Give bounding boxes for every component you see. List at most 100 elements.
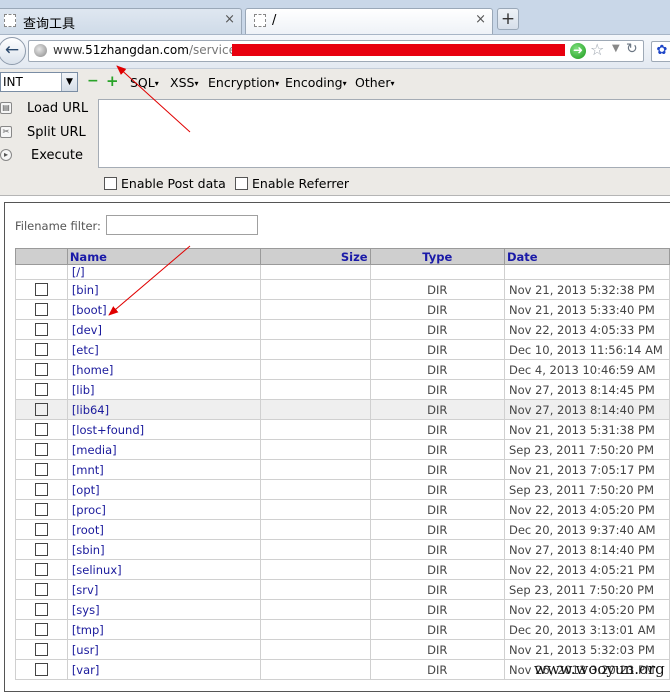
table-row[interactable]: [opt] DIR Sep 23, 2011 7:50:20 PM xyxy=(15,479,670,500)
file-name-link[interactable]: [root] xyxy=(66,519,262,540)
header-type[interactable]: Type xyxy=(369,248,505,265)
table-row[interactable]: [etc] DIR Dec 10, 2013 11:56:14 AM xyxy=(15,339,670,360)
menu-other[interactable]: Other▾ xyxy=(355,75,395,90)
row-checkbox[interactable] xyxy=(34,643,48,656)
menu-xss[interactable]: XSS▾ xyxy=(170,75,198,90)
row-checkbox[interactable] xyxy=(34,443,48,456)
close-tab-icon[interactable]: × xyxy=(224,12,235,27)
bookmark-star-icon[interactable]: ☆ xyxy=(590,40,604,59)
row-checkbox[interactable] xyxy=(34,483,48,496)
table-row[interactable]: [selinux] DIR Nov 22, 2013 4:05:21 PM xyxy=(15,559,670,580)
row-checkbox[interactable] xyxy=(34,663,48,676)
file-date: Dec 10, 2013 11:56:14 AM xyxy=(503,339,670,360)
file-name-link[interactable]: [home] xyxy=(66,359,262,380)
execute-button[interactable]: ▸ Execute xyxy=(0,146,92,166)
table-row[interactable]: [lib] DIR Nov 27, 2013 8:14:45 PM xyxy=(15,379,670,400)
table-row[interactable]: [lib64] DIR Nov 27, 2013 8:14:40 PM xyxy=(15,399,670,420)
table-row[interactable]: [bin] DIR Nov 21, 2013 5:32:38 PM xyxy=(15,279,670,300)
type-select[interactable]: INT ▼ xyxy=(0,72,78,92)
checkbox-box[interactable] xyxy=(104,177,117,190)
row-checkbox[interactable] xyxy=(34,623,48,636)
row-checkbox[interactable] xyxy=(34,423,48,436)
table-row[interactable]: [media] DIR Sep 23, 2011 7:50:20 PM xyxy=(15,439,670,460)
file-name-link[interactable]: [lost+found] xyxy=(66,419,262,440)
load-url-button[interactable]: ▤ Load URL xyxy=(0,99,92,119)
tab-root[interactable]: / × xyxy=(245,8,493,34)
menu-encryption[interactable]: Encryption▾ xyxy=(208,75,279,90)
row-checkbox-cell xyxy=(15,519,68,540)
header-date[interactable]: Date xyxy=(503,248,670,265)
close-tab-icon[interactable]: × xyxy=(475,12,486,27)
plus-icon[interactable]: + xyxy=(106,72,119,90)
file-name-link[interactable]: [lib] xyxy=(66,379,262,400)
file-name-link[interactable]: [srv] xyxy=(66,579,262,600)
row-checkbox[interactable] xyxy=(34,503,48,516)
table-row[interactable]: [usr] DIR Nov 21, 2013 5:32:03 PM xyxy=(15,639,670,660)
row-checkbox[interactable] xyxy=(34,383,48,396)
table-row[interactable]: [home] DIR Dec 4, 2013 10:46:59 AM xyxy=(15,359,670,380)
file-name-link[interactable]: [opt] xyxy=(66,479,262,500)
header-name[interactable]: Name xyxy=(66,248,262,265)
new-tab-button[interactable]: + xyxy=(497,8,519,30)
file-name-link[interactable]: [etc] xyxy=(66,339,262,360)
row-checkbox[interactable] xyxy=(34,603,48,616)
file-size xyxy=(260,279,371,300)
parent-dir-link[interactable]: [/] xyxy=(66,264,262,280)
search-engine-paw-icon[interactable]: ✿ xyxy=(651,41,670,62)
row-checkbox[interactable] xyxy=(34,563,48,576)
go-arrow-icon[interactable]: ➜ xyxy=(570,43,586,59)
file-type: DIR xyxy=(369,619,505,640)
file-name-link[interactable]: [mnt] xyxy=(66,459,262,480)
row-checkbox[interactable] xyxy=(34,523,48,536)
file-name-link[interactable]: [media] xyxy=(66,439,262,460)
table-row[interactable]: [sys] DIR Nov 22, 2013 4:05:20 PM xyxy=(15,599,670,620)
row-checkbox[interactable] xyxy=(34,363,48,376)
row-checkbox[interactable] xyxy=(34,343,48,356)
table-row[interactable]: [boot] DIR Nov 21, 2013 5:33:40 PM xyxy=(15,299,670,320)
file-date: Nov 22, 2013 4:05:33 PM xyxy=(503,319,670,340)
table-row[interactable]: [srv] DIR Sep 23, 2011 7:50:20 PM xyxy=(15,579,670,600)
table-header-row: Name Size Type Date xyxy=(15,248,670,265)
row-checkbox[interactable] xyxy=(34,403,48,416)
file-name-link[interactable]: [lib64] xyxy=(66,399,262,420)
tab-query-tool[interactable]: 查询工具 × xyxy=(0,8,242,34)
table-row[interactable]: [dev] DIR Nov 22, 2013 4:05:33 PM xyxy=(15,319,670,340)
menu-sql[interactable]: SQL▾ xyxy=(130,75,159,90)
file-name-link[interactable]: [sbin] xyxy=(66,539,262,560)
row-checkbox[interactable] xyxy=(34,303,48,316)
row-checkbox[interactable] xyxy=(34,463,48,476)
file-name-link[interactable]: [dev] xyxy=(66,319,262,340)
table-row[interactable]: [mnt] DIR Nov 21, 2013 7:05:17 PM xyxy=(15,459,670,480)
row-checkbox[interactable] xyxy=(34,543,48,556)
menu-encoding[interactable]: Encoding▾ xyxy=(285,75,347,90)
row-checkbox[interactable] xyxy=(34,323,48,336)
table-row[interactable]: [lost+found] DIR Nov 21, 2013 5:31:38 PM xyxy=(15,419,670,440)
minus-icon[interactable]: − xyxy=(87,73,99,89)
table-row[interactable]: [proc] DIR Nov 22, 2013 4:05:20 PM xyxy=(15,499,670,520)
file-name-link[interactable]: [proc] xyxy=(66,499,262,520)
chevron-down-icon[interactable]: ▼ xyxy=(61,73,77,91)
row-checkbox[interactable] xyxy=(34,283,48,296)
table-row[interactable]: [root] DIR Dec 20, 2013 9:37:40 AM xyxy=(15,519,670,540)
checkbox-box[interactable] xyxy=(235,177,248,190)
table-row[interactable]: [tmp] DIR Dec 20, 2013 3:13:01 AM xyxy=(15,619,670,640)
file-name-link[interactable]: [var] xyxy=(66,659,262,680)
header-size[interactable]: Size xyxy=(260,248,371,265)
row-checkbox[interactable] xyxy=(34,583,48,596)
file-name-link[interactable]: [boot] xyxy=(66,299,262,320)
reload-icon[interactable]: ↻ xyxy=(626,41,638,57)
history-dropdown-icon[interactable]: ▼ xyxy=(612,43,620,54)
file-name-link[interactable]: [sys] xyxy=(66,599,262,620)
file-name-link[interactable]: [bin] xyxy=(66,279,262,300)
table-row[interactable]: [sbin] DIR Nov 27, 2013 8:14:40 PM xyxy=(15,539,670,560)
split-url-button[interactable]: ✂ Split URL xyxy=(0,123,92,143)
address-bar[interactable]: www.51zhangdan.com/service/ ➜ ☆ ▼ ↻ xyxy=(28,40,644,62)
back-button[interactable]: ← xyxy=(0,37,26,65)
filename-filter-input[interactable] xyxy=(106,215,258,235)
file-date: Nov 21, 2013 5:32:38 PM xyxy=(503,279,670,300)
watermark: www.wooyun.org xyxy=(534,660,665,678)
file-name-link[interactable]: [tmp] xyxy=(66,619,262,640)
file-name-link[interactable]: [usr] xyxy=(66,639,262,660)
file-name-link[interactable]: [selinux] xyxy=(66,559,262,580)
url-textarea[interactable] xyxy=(98,99,670,168)
